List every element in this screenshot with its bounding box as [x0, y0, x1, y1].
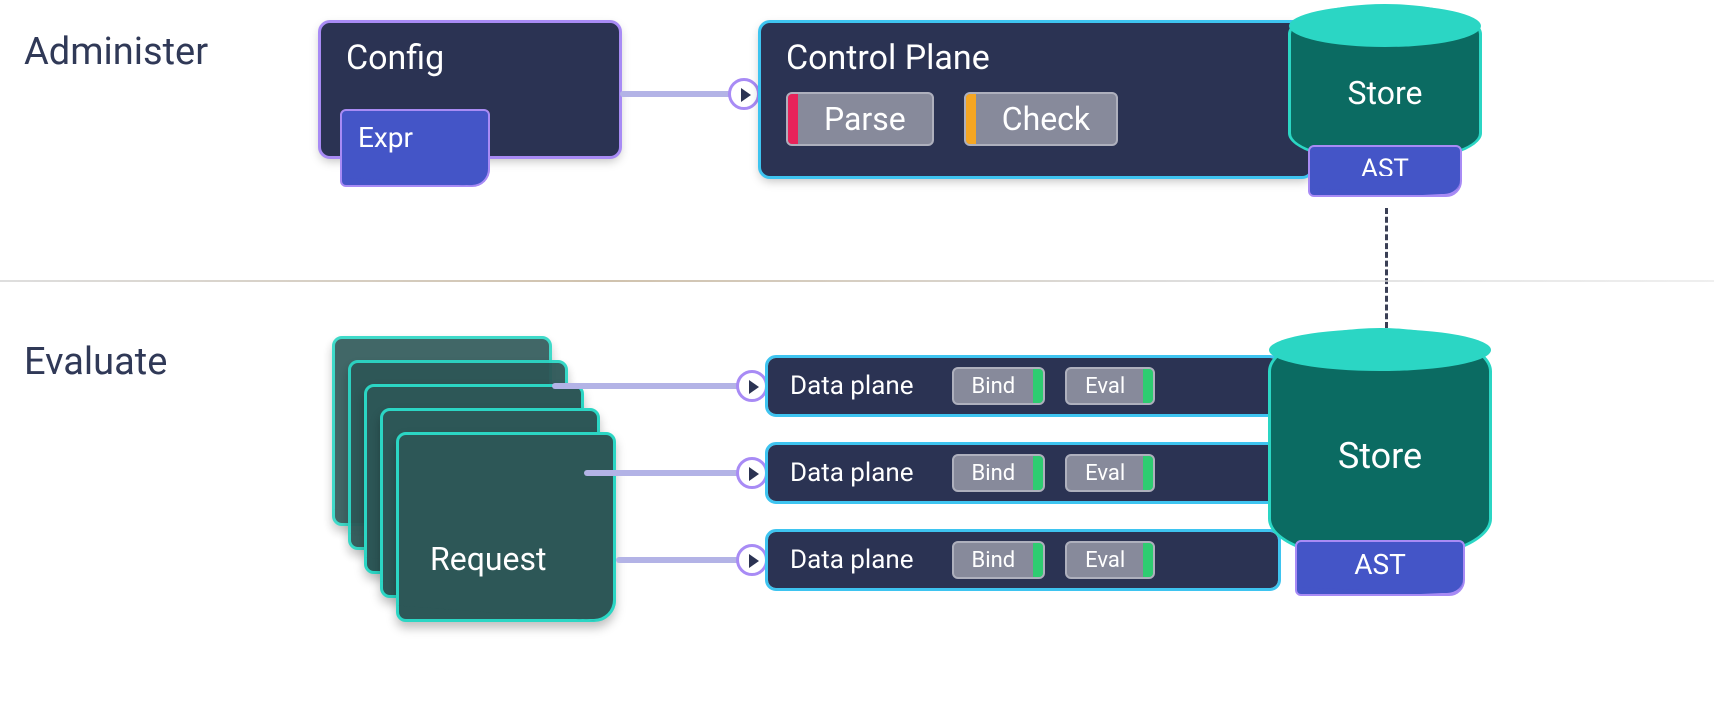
data-plane-title: Data plane — [790, 458, 914, 488]
stripe-orange-icon — [966, 94, 976, 144]
task-eval-label: Eval — [1067, 374, 1143, 399]
stripe-red-icon — [788, 94, 798, 144]
expr-label: Expr — [358, 121, 413, 154]
task-check: Check — [964, 92, 1118, 146]
task-eval: Eval — [1065, 454, 1155, 492]
ast-flag-bottom: AST — [1295, 540, 1465, 596]
task-parse: Parse — [786, 92, 934, 146]
phase-label-evaluate: Evaluate — [24, 340, 167, 384]
connector-request-dp-2 — [584, 470, 752, 476]
data-plane-row-1: Data plane Bind Eval — [768, 358, 1278, 414]
request-label: Request — [430, 540, 546, 578]
phase-label-administer: Administer — [24, 30, 208, 74]
config-title: Config — [320, 22, 620, 86]
stripe-green-icon — [1143, 369, 1153, 403]
store-bottom-label: Store — [1270, 435, 1490, 477]
connector-request-dp-3 — [616, 557, 752, 563]
data-plane-row-2: Data plane Bind Eval — [768, 445, 1278, 501]
expr-flag: Expr — [340, 109, 490, 187]
stripe-green-icon — [1143, 543, 1153, 577]
stripe-green-icon — [1033, 456, 1043, 490]
task-eval: Eval — [1065, 541, 1155, 579]
ast-top-label: AST — [1361, 154, 1409, 184]
task-bind: Bind — [952, 541, 1046, 579]
task-eval: Eval — [1065, 367, 1155, 405]
ast-flag-top: AST — [1308, 145, 1462, 197]
store-cylinder-bottom: Store — [1270, 330, 1490, 560]
config-panel: Config Expr — [320, 22, 620, 157]
task-parse-label: Parse — [798, 100, 932, 138]
control-plane-title: Control Plane — [760, 22, 1312, 86]
store-top-label: Store — [1290, 74, 1480, 112]
arrow-icon — [736, 370, 768, 402]
ast-bottom-label: AST — [1354, 548, 1406, 581]
arrow-icon — [736, 544, 768, 576]
task-bind-label: Bind — [954, 461, 1034, 486]
section-divider — [0, 280, 1714, 282]
task-check-label: Check — [976, 100, 1116, 138]
stripe-green-icon — [1033, 543, 1043, 577]
task-bind-label: Bind — [954, 374, 1034, 399]
stripe-green-icon — [1033, 369, 1043, 403]
data-plane-title: Data plane — [790, 371, 914, 401]
data-plane-title: Data plane — [790, 545, 914, 575]
task-eval-label: Eval — [1067, 461, 1143, 486]
store-link-dashed — [1385, 208, 1388, 328]
task-eval-label: Eval — [1067, 548, 1143, 573]
connector-request-dp-1 — [552, 383, 752, 389]
request-card-front — [396, 432, 616, 622]
task-bind: Bind — [952, 454, 1046, 492]
data-plane-row-3: Data plane Bind Eval — [768, 532, 1278, 588]
task-bind: Bind — [952, 367, 1046, 405]
control-plane-panel: Control Plane Parse Check — [760, 22, 1312, 177]
arrow-icon — [728, 78, 760, 110]
task-bind-label: Bind — [954, 548, 1034, 573]
stripe-green-icon — [1143, 456, 1153, 490]
store-cylinder-top: Store — [1290, 6, 1480, 161]
arrow-icon — [736, 457, 768, 489]
